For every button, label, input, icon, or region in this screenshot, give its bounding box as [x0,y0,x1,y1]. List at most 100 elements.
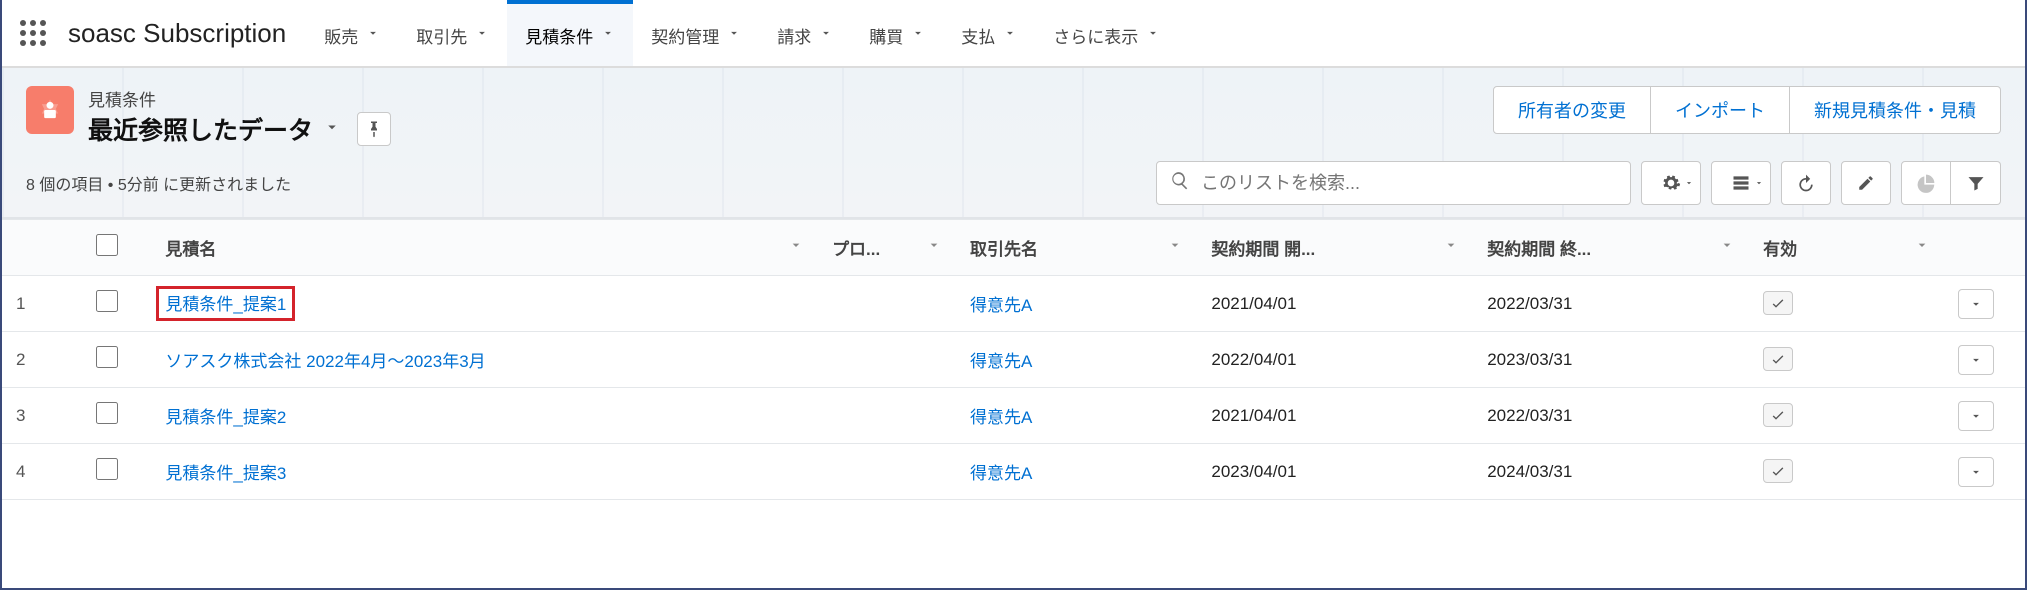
list-view-controls-button[interactable] [1641,161,1701,205]
nav-item-label: 支払 [961,23,995,48]
check-icon [1770,351,1786,367]
pencil-icon [1857,174,1875,192]
header-actions: 所有者の変更 インポート 新規見積条件・見積 [1493,86,2001,134]
table-row: 1 見積条件_提案1 得意先A 2021/04/012022/03/31 [2,276,2025,332]
cell-period-start: 2021/04/01 [1197,276,1473,332]
chevron-down-icon[interactable] [727,25,741,45]
row-number: 2 [2,332,82,388]
chevron-down-icon[interactable] [366,25,380,45]
select-all-checkbox[interactable] [96,234,118,256]
chevron-down-icon[interactable] [601,25,615,45]
nav-item-accounts[interactable]: 取引先 [398,0,507,66]
nav-item-contracts[interactable]: 契約管理 [633,0,759,66]
col-valid[interactable]: 有効 [1749,220,1944,276]
row-action-menu[interactable] [1958,401,1994,431]
global-navbar: soasc Subscription 販売 取引先 見積条件 契約管理 請求 購… [2,0,2025,68]
table-header-row: 見積名 プロ... 取引先名 契約期間 開... 契約期間 終... 有効 [2,220,2025,276]
record-name-link[interactable]: 見積条件_提案3 [165,464,286,483]
nav-item-more[interactable]: さらに表示 [1035,0,1178,66]
nav-item-label: 契約管理 [651,23,719,48]
nav-item-quote-conditions[interactable]: 見積条件 [507,0,633,66]
cell-period-end: 2023/03/31 [1473,332,1749,388]
record-name-link[interactable]: 見積条件_提案1 [165,295,286,314]
valid-checkbox-readonly [1763,347,1793,371]
search-icon [1170,171,1190,196]
table-row: 2 ソアスク株式会社 2022年4月～2023年3月 得意先A 2022/04/012… [2,332,2025,388]
valid-checkbox-readonly [1763,459,1793,483]
record-name-link[interactable]: ソアスク株式会社 2022年4月～2023年3月 [165,352,485,371]
nav-item-label: さらに表示 [1053,23,1138,48]
chevron-down-icon[interactable] [1003,25,1017,45]
list-view-switcher[interactable] [323,118,341,141]
nav-item-payment[interactable]: 支払 [943,0,1035,66]
col-pro-label: プロ... [832,235,880,260]
account-link[interactable]: 得意先A [970,296,1032,315]
col-account[interactable]: 取引先名 [956,220,1197,276]
object-type-label: 見積条件 [88,86,391,111]
row-action-menu[interactable] [1958,345,1994,375]
pin-list-button[interactable] [357,112,391,146]
new-quote-button[interactable]: 新規見積条件・見積 [1790,86,2001,134]
nav-item-label: 取引先 [416,23,467,48]
chevron-down-icon[interactable] [911,25,925,45]
account-link[interactable]: 得意先A [970,464,1032,483]
nav-item-label: 販売 [324,23,358,48]
col-actions [1944,220,2025,276]
row-select-checkbox[interactable] [96,290,118,312]
refresh-icon [1796,173,1816,193]
row-number: 1 [2,276,82,332]
col-end-label: 契約期間 終... [1487,235,1591,260]
col-start-label: 契約期間 開... [1211,235,1315,260]
chevron-down-icon[interactable] [1914,237,1930,258]
edit-nav-button[interactable] [1985,23,2015,43]
account-link[interactable]: 得意先A [970,408,1032,427]
chevron-down-icon[interactable] [1443,237,1459,258]
row-select-checkbox[interactable] [96,458,118,480]
row-select-checkbox[interactable] [96,346,118,368]
nav-items: 販売 取引先 見積条件 契約管理 請求 購買 支払 さらに表示 [306,0,1178,66]
inline-edit-button[interactable] [1841,161,1891,205]
cell-pro [818,332,956,388]
nav-item-label: 請求 [777,23,811,48]
chevron-down-icon[interactable] [926,237,942,258]
account-link[interactable]: 得意先A [970,352,1032,371]
col-name[interactable]: 見積名 [151,220,818,276]
chevron-down-icon[interactable] [1167,237,1183,258]
nav-item-purchase[interactable]: 購買 [851,0,943,66]
cell-period-start: 2022/04/01 [1197,332,1473,388]
list-status-text: 8 個の項目 • 5分前 に更新されました [26,171,291,195]
chart-button [1901,161,1951,205]
cell-period-end: 2022/03/31 [1473,388,1749,444]
import-button[interactable]: インポート [1651,86,1790,134]
refresh-button[interactable] [1781,161,1831,205]
check-icon [1770,295,1786,311]
row-select-checkbox[interactable] [96,402,118,424]
list-search-input[interactable] [1156,161,1631,205]
col-account-label: 取引先名 [970,235,1038,260]
app-launcher-button[interactable] [12,12,54,54]
chevron-down-icon[interactable] [788,237,804,258]
pin-icon [365,120,383,138]
col-name-label: 見積名 [165,235,216,260]
display-as-button[interactable] [1711,161,1771,205]
nav-item-billing[interactable]: 請求 [759,0,851,66]
cell-period-end: 2022/03/31 [1473,276,1749,332]
nav-item-label: 購買 [869,23,903,48]
valid-checkbox-readonly [1763,403,1793,427]
chevron-down-icon[interactable] [1719,237,1735,258]
row-action-menu[interactable] [1958,289,1994,319]
col-period-end[interactable]: 契約期間 終... [1473,220,1749,276]
waffle-icon [18,18,48,48]
filter-button[interactable] [1951,161,2001,205]
change-owner-button[interactable]: 所有者の変更 [1493,86,1651,134]
nav-item-sales[interactable]: 販売 [306,0,398,66]
row-action-menu[interactable] [1958,457,1994,487]
chevron-down-icon[interactable] [819,25,833,45]
col-period-start[interactable]: 契約期間 開... [1197,220,1473,276]
chevron-down-icon[interactable] [475,25,489,45]
check-icon [1770,407,1786,423]
record-name-link[interactable]: 見積条件_提案2 [165,408,286,427]
col-select-all [82,220,151,276]
list-header: 見積条件 最近参照したデータ 所有者の変更 インポート 新規見積条件・見積 8 … [2,68,2025,219]
col-pro[interactable]: プロ... [818,220,956,276]
